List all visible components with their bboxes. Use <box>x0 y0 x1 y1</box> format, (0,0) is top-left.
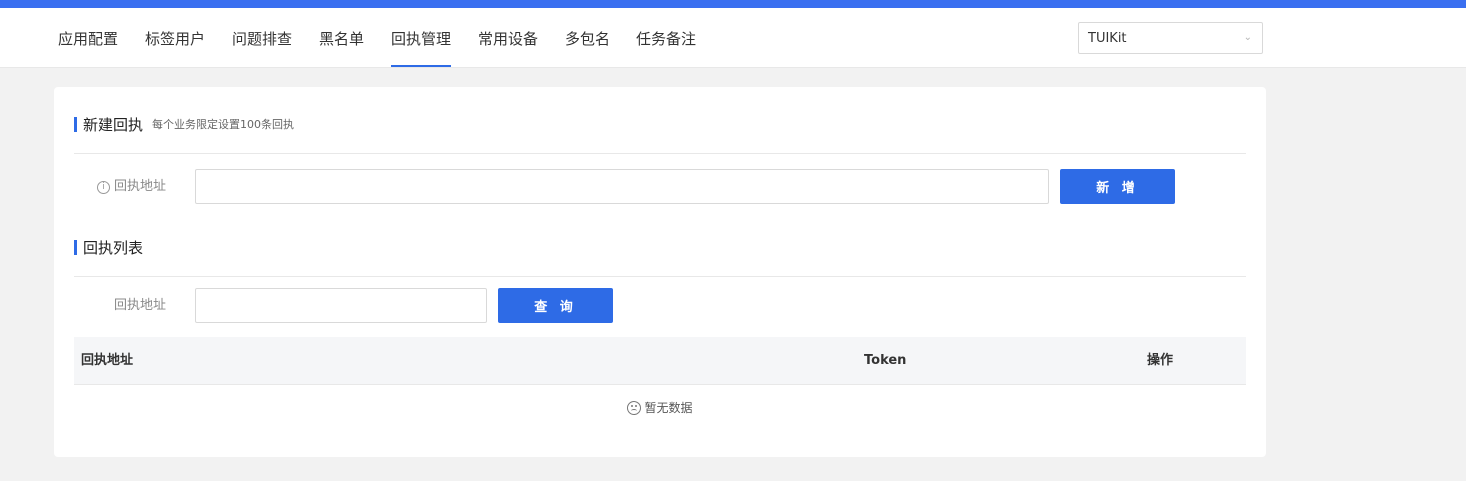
receipt-url-label: i 回执地址 <box>74 169 166 204</box>
info-circle-icon: i <box>96 181 110 194</box>
chevron-down-icon: ⌄ <box>1243 32 1252 43</box>
receipt-url-input[interactable] <box>195 169 1049 204</box>
empty-state: 暂无数据 <box>54 399 1266 416</box>
add-receipt-button[interactable]: 新 增 <box>1060 169 1175 204</box>
filter-url-label: 回执地址 <box>113 298 166 313</box>
tab-tag-users[interactable]: 标签用户 <box>145 8 205 67</box>
receipt-url-label-text: 回执地址 <box>113 179 166 194</box>
column-header-actions: 操作 <box>1147 353 1174 368</box>
receipt-card: 新建回执 每个业务限定设置100条回执 i 回执地址 新 增 回执列表 回执地址 … <box>54 87 1266 457</box>
empty-text: 暂无数据 <box>644 401 693 415</box>
divider <box>74 276 1246 277</box>
app-select-value: TUIKit <box>1088 31 1127 46</box>
new-receipt-title: 新建回执 <box>83 115 144 134</box>
top-nav: 应用配置 标签用户 问题排查 黑名单 回执管理 常用设备 多包名 任务备注 TU… <box>0 8 1466 68</box>
receipt-list-title: 回执列表 <box>83 238 144 257</box>
tab-app-config[interactable]: 应用配置 <box>58 8 118 67</box>
app-select[interactable]: TUIKit ⌄ <box>1078 22 1263 54</box>
query-button[interactable]: 查 询 <box>498 288 613 323</box>
filter-url-input[interactable] <box>195 288 487 323</box>
heading-accent-bar <box>74 116 77 132</box>
divider <box>74 153 1246 154</box>
frown-icon <box>627 401 642 415</box>
new-receipt-subtitle: 每个业务限定设置100条回执 <box>152 118 295 131</box>
top-accent-strip <box>0 0 1466 8</box>
column-header-url: 回执地址 <box>81 353 134 368</box>
tab-receipt-management[interactable]: 回执管理 <box>391 8 452 67</box>
tab-troubleshooting[interactable]: 问题排查 <box>232 8 292 67</box>
tab-common-devices[interactable]: 常用设备 <box>478 8 538 67</box>
table-header: 回执地址 Token 操作 <box>74 337 1246 385</box>
heading-accent-bar <box>74 239 77 255</box>
column-header-token: Token <box>864 353 907 368</box>
tab-multi-package[interactable]: 多包名 <box>565 8 610 67</box>
receipt-list-heading: 回执列表 <box>74 237 143 257</box>
tab-task-notes[interactable]: 任务备注 <box>636 8 696 67</box>
tab-blacklist[interactable]: 黑名单 <box>319 8 364 67</box>
new-receipt-heading: 新建回执 每个业务限定设置100条回执 <box>74 114 294 134</box>
